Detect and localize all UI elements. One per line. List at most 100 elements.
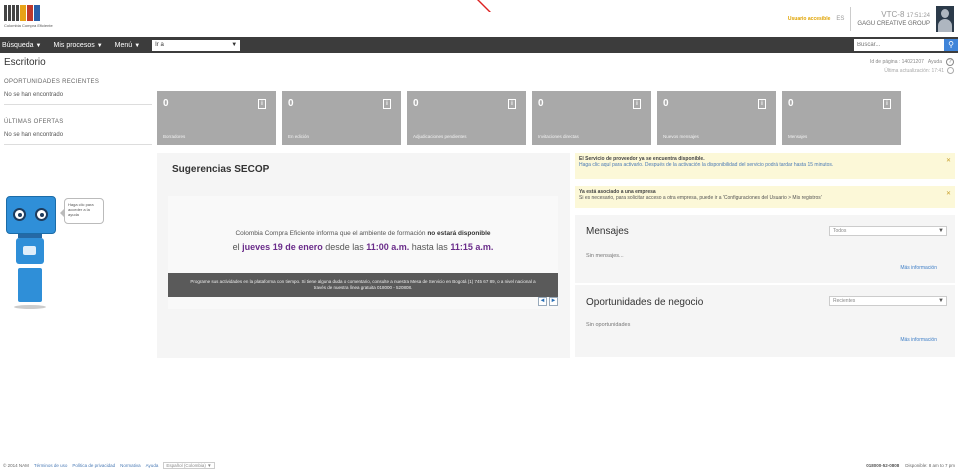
caret-down-icon: ▼ <box>231 41 238 48</box>
sidebar-empty-oportunidades: No se han encontrado <box>4 92 152 105</box>
next-arrow-icon[interactable]: ► <box>549 297 558 306</box>
user-link[interactable]: Usuario accesible <box>788 16 831 22</box>
mensajes-more-link[interactable]: Más información <box>900 265 937 271</box>
search-icon: ⚲ <box>948 40 954 49</box>
language-selector[interactable]: ES <box>836 16 844 22</box>
colombia-compra-logo[interactable]: Colombia Compra Eficiente <box>4 5 64 33</box>
search-input[interactable] <box>854 39 944 51</box>
help-icon[interactable]: ? <box>946 58 954 66</box>
last-update: Última actualización: 17:41 <box>884 67 954 74</box>
help-bubble[interactable]: Haga clic para acceder a la ayuda <box>60 198 104 224</box>
footer-link-normativa[interactable]: Normativa <box>120 463 141 468</box>
help-robot-icon[interactable] <box>4 192 66 314</box>
info-icon: i <box>383 99 391 109</box>
tile-mensajes[interactable]: 0 i Mensajes <box>782 91 901 145</box>
sidebar-heading-oportunidades: OPORTUNIDADES RECIENTES <box>4 79 100 85</box>
footer-hours: Disponible: 8 am to 7 pm <box>905 463 955 468</box>
tile-adjudicaciones[interactable]: 0 i Adjudicaciones pendientes <box>407 91 526 145</box>
alert-text[interactable]: Haga clic aquí para activarlo. Después d… <box>579 162 833 168</box>
close-icon[interactable]: ✕ <box>946 190 951 197</box>
mensajes-panel: Mensajes Todos ▼ Sin mensajes... Más info… <box>575 215 955 283</box>
footer-language-select[interactable]: Español (Colombia) ▼ <box>163 462 215 469</box>
page-id: Id de página : 14021207 <box>869 59 924 65</box>
tile-label: Adjudicaciones pendientes <box>413 134 467 139</box>
user-info[interactable]: VTC-8 17:51:24 GAGU CREATIVE GROUP <box>857 10 930 28</box>
caret-down-icon: ▼ <box>938 298 944 304</box>
goto-select[interactable]: Ir a ▼ <box>152 39 241 51</box>
prev-arrow-icon[interactable]: ◄ <box>538 297 547 306</box>
user-time: 17:51:24 <box>906 13 930 19</box>
notice-text: desde las <box>322 242 367 252</box>
tile-label: Borradores <box>163 134 186 139</box>
notice-date: jueves 19 de enero <box>242 242 323 252</box>
alert-proveedor: El Servicio de proveedor ya se encuentra… <box>575 153 955 179</box>
footer-phone: 018000-52-0808 <box>866 463 900 468</box>
top-header: Colombia Compra Eficiente Usuario accesi… <box>0 0 958 37</box>
tile-value: 0 <box>288 98 294 109</box>
oportunidades-filter-select[interactable]: Recientes ▼ <box>829 296 947 306</box>
nav-mis-procesos[interactable]: Mis procesos ▼ <box>53 42 102 49</box>
info-icon: i <box>633 99 641 109</box>
tile-borradores[interactable]: 0 i Borradores <box>157 91 276 145</box>
notice-text: Colombia Compra Eficiente informa que el… <box>235 230 428 237</box>
filter-value: Todos <box>833 228 847 234</box>
copyright: © 2014 NAM <box>3 463 29 468</box>
notice-bold: no estará disponible <box>427 230 491 237</box>
filter-value: Recientes <box>833 298 856 304</box>
alert-empresa: Ya está asociado a una empresa Si es nec… <box>575 186 955 208</box>
tile-label: Nuevos mensajes <box>663 134 699 139</box>
footer-link-privacidad[interactable]: Política de privacidad <box>72 463 115 468</box>
nav-busqueda[interactable]: Búsqueda ▼ <box>2 42 41 49</box>
goto-select-value: Ir a <box>155 41 164 48</box>
slide-pager: ◄ ► <box>538 297 558 306</box>
oportunidades-panel: Oportunidades de negocio Recientes ▼ Sin … <box>575 285 955 357</box>
footer-link-terminos[interactable]: Términos de uso <box>34 463 68 468</box>
close-icon[interactable]: ✕ <box>946 157 951 164</box>
oportunidades-title: Oportunidades de negocio <box>586 297 704 308</box>
tile-label: Invitaciones directas <box>538 134 579 139</box>
counter-tiles: 0 i Borradores 0 i En edición 0 i Adjudi… <box>157 91 901 145</box>
tile-en-edicion[interactable]: 0 i En edición <box>282 91 401 145</box>
tile-value: 0 <box>163 98 169 109</box>
nav-menu[interactable]: Menú ▼ <box>115 42 140 49</box>
notice-line-1: Colombia Compra Eficiente informa que el… <box>168 230 558 237</box>
nav-label: Búsqueda <box>2 41 34 49</box>
footer-link-ayuda[interactable]: Ayuda <box>146 463 159 468</box>
company-name: GAGU CREATIVE GROUP <box>857 20 930 27</box>
info-icon: i <box>508 99 516 109</box>
tile-invitaciones[interactable]: 0 i Invitaciones directas <box>532 91 651 145</box>
oportunidades-more-link[interactable]: Más información <box>900 337 937 343</box>
refresh-icon[interactable] <box>947 67 954 74</box>
oportunidades-empty: Sin oportunidades <box>586 322 631 328</box>
tile-value: 0 <box>788 98 794 109</box>
tile-value: 0 <box>663 98 669 109</box>
logo-text: Colombia Compra Eficiente <box>4 23 53 28</box>
sidebar: OPORTUNIDADES RECIENTES No se han encont… <box>4 79 152 145</box>
help-link[interactable]: Ayuda <box>928 59 942 65</box>
annotation-mark <box>459 0 491 12</box>
nav-label: Menú <box>114 41 133 49</box>
divider <box>850 7 852 31</box>
mensajes-title: Mensajes <box>586 226 629 237</box>
mensajes-filter-select[interactable]: Todos ▼ <box>829 226 947 236</box>
tile-value: 0 <box>413 98 419 109</box>
logo-mark <box>4 5 64 21</box>
search-box: ⚲ <box>854 39 958 51</box>
notice-text: el <box>232 242 243 252</box>
notice-footer: Programe sus actividades en la plataform… <box>168 273 558 297</box>
tile-label: En edición <box>288 134 310 139</box>
page-title: Escritorio <box>4 57 46 68</box>
avatar[interactable] <box>936 6 954 32</box>
caret-down-icon: ▼ <box>134 42 141 49</box>
sidebar-heading-ofertas: ÚLTIMAS OFERTAS <box>4 118 64 125</box>
caret-down-icon: ▼ <box>35 42 42 49</box>
alert-text: Si es necesario, para solicitar acceso a… <box>579 195 822 201</box>
search-button[interactable]: ⚲ <box>944 39 958 51</box>
nav-label: Mis procesos <box>53 41 95 49</box>
tile-value: 0 <box>538 98 544 109</box>
tile-nuevos-mensajes[interactable]: 0 i Nuevos mensajes <box>657 91 776 145</box>
caret-down-icon: ▼ <box>96 42 103 49</box>
main-nav: Búsqueda▼ Mis procesos▼ Menú▼ Ir a▼ ⚲ <box>0 37 958 53</box>
notice-text: hasta las <box>409 242 451 252</box>
mensajes-empty: Sin mensajes... <box>586 253 624 259</box>
